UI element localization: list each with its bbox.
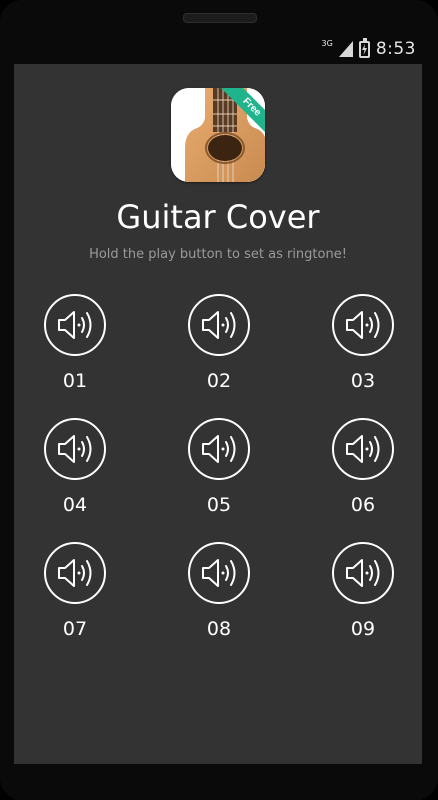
guitar-app-icon: Free bbox=[171, 88, 265, 182]
play-button-06[interactable] bbox=[332, 418, 394, 480]
ringtone-item-06: 06 bbox=[313, 418, 413, 528]
ringtone-label: 07 bbox=[62, 618, 88, 640]
ringtone-item-01: 01 bbox=[25, 294, 125, 404]
ringtone-item-07: 07 bbox=[25, 542, 125, 652]
speaker-icon bbox=[346, 435, 380, 463]
clock: 8:53 bbox=[375, 39, 416, 59]
phone-frame: 3G 8:53 Free Guitar Cover Hold the play … bbox=[0, 0, 438, 800]
ringtone-label: 04 bbox=[62, 494, 88, 516]
bottom-bezel bbox=[14, 764, 422, 800]
ringtone-item-02: 02 bbox=[169, 294, 269, 404]
status-bar: 3G 8:53 bbox=[14, 36, 422, 64]
ringtone-item-05: 05 bbox=[169, 418, 269, 528]
play-button-08[interactable] bbox=[188, 542, 250, 604]
speaker-icon bbox=[346, 311, 380, 339]
app-screen: Free Guitar Cover Hold the play button t… bbox=[14, 64, 422, 764]
battery-charging-icon bbox=[358, 37, 370, 58]
play-button-03[interactable] bbox=[332, 294, 394, 356]
speaker-icon bbox=[58, 311, 92, 339]
earpiece bbox=[183, 13, 257, 23]
signal-icon bbox=[338, 41, 353, 57]
ringtone-label: 06 bbox=[350, 494, 376, 516]
ringtone-label: 03 bbox=[350, 370, 376, 392]
ringtone-item-08: 08 bbox=[169, 542, 269, 652]
play-button-07[interactable] bbox=[44, 542, 106, 604]
ringtone-item-03: 03 bbox=[313, 294, 413, 404]
ringtone-item-04: 04 bbox=[25, 418, 125, 528]
speaker-icon bbox=[202, 311, 236, 339]
app-subtitle: Hold the play button to set as ringtone! bbox=[89, 247, 347, 262]
speaker-icon bbox=[58, 435, 92, 463]
play-button-09[interactable] bbox=[332, 542, 394, 604]
speaker-icon bbox=[346, 559, 380, 587]
ringtone-label: 09 bbox=[350, 618, 376, 640]
play-button-04[interactable] bbox=[44, 418, 106, 480]
speaker-icon bbox=[58, 559, 92, 587]
play-button-02[interactable] bbox=[188, 294, 250, 356]
guitar-icon: Free bbox=[171, 88, 265, 182]
speaker-icon bbox=[202, 559, 236, 587]
app-title: Guitar Cover bbox=[116, 198, 320, 236]
ringtone-item-09: 09 bbox=[313, 542, 413, 652]
play-button-05[interactable] bbox=[188, 418, 250, 480]
ringtone-label: 05 bbox=[206, 494, 232, 516]
speaker-icon bbox=[202, 435, 236, 463]
ringtone-grid: 01 02 03 04 05 06 07 08 09 bbox=[14, 294, 422, 654]
network-type: 3G bbox=[321, 38, 333, 48]
play-button-01[interactable] bbox=[44, 294, 106, 356]
ringtone-label: 08 bbox=[206, 618, 232, 640]
ringtone-label: 02 bbox=[206, 370, 232, 392]
ringtone-label: 01 bbox=[62, 370, 88, 392]
